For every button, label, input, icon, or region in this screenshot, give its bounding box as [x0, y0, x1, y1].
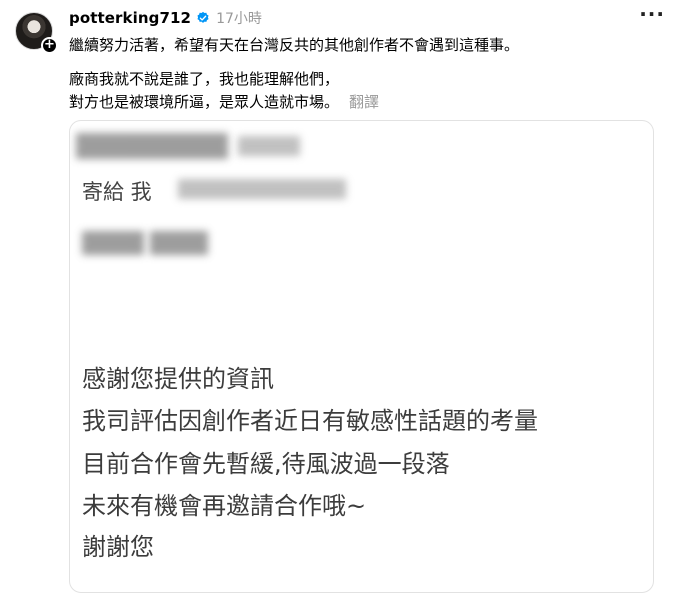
sent-to-label: 寄給 我	[82, 180, 152, 204]
message-line-5: 謝謝您	[82, 533, 154, 561]
blurred-sender-name	[76, 133, 228, 159]
follow-plus-icon[interactable]: +	[41, 37, 58, 54]
message-line-2: 我司評估因創作者近日有敏感性話題的考量	[82, 407, 538, 435]
message-line-1: 感謝您提供的資訊	[82, 365, 274, 393]
blurred-recipient-email	[178, 179, 346, 199]
attached-image[interactable]: 寄給 我 感謝您提供的資訊 我司評估因創作者近日有敏感性話題的考量 目前合作會先…	[69, 120, 654, 593]
blurred-subject-part-2	[150, 231, 208, 255]
post-header: potterking712 17小時	[69, 8, 262, 28]
post-text-line-2: 廠商我就不說是誰了，我也能理解他們，	[69, 70, 340, 88]
username[interactable]: potterking712	[69, 9, 191, 27]
message-line-4: 未來有機會再邀請合作哦~	[82, 492, 367, 520]
more-horizontal-icon: ···	[639, 2, 665, 26]
post-text-line-3: 對方也是被環境所逼，是眾人造就市場。 翻譯	[69, 91, 379, 112]
verified-badge-icon	[197, 11, 209, 23]
message-line-3: 目前合作會先暫緩,待風波過一段落	[82, 450, 450, 478]
post-text-line-3-content: 對方也是被環境所逼，是眾人造就市場。	[69, 93, 340, 111]
post-text-line-1: 繼續努力活著，希望有天在台灣反共的其他創作者不會遇到這種事。	[69, 36, 520, 54]
more-options-button[interactable]: ···	[639, 4, 665, 24]
timestamp[interactable]: 17小時	[216, 8, 262, 28]
translate-link[interactable]: 翻譯	[349, 93, 379, 111]
post-avatar-wrapper[interactable]: +	[15, 12, 58, 54]
blurred-subject-part-1	[82, 231, 144, 255]
blurred-sender-address	[238, 136, 300, 156]
